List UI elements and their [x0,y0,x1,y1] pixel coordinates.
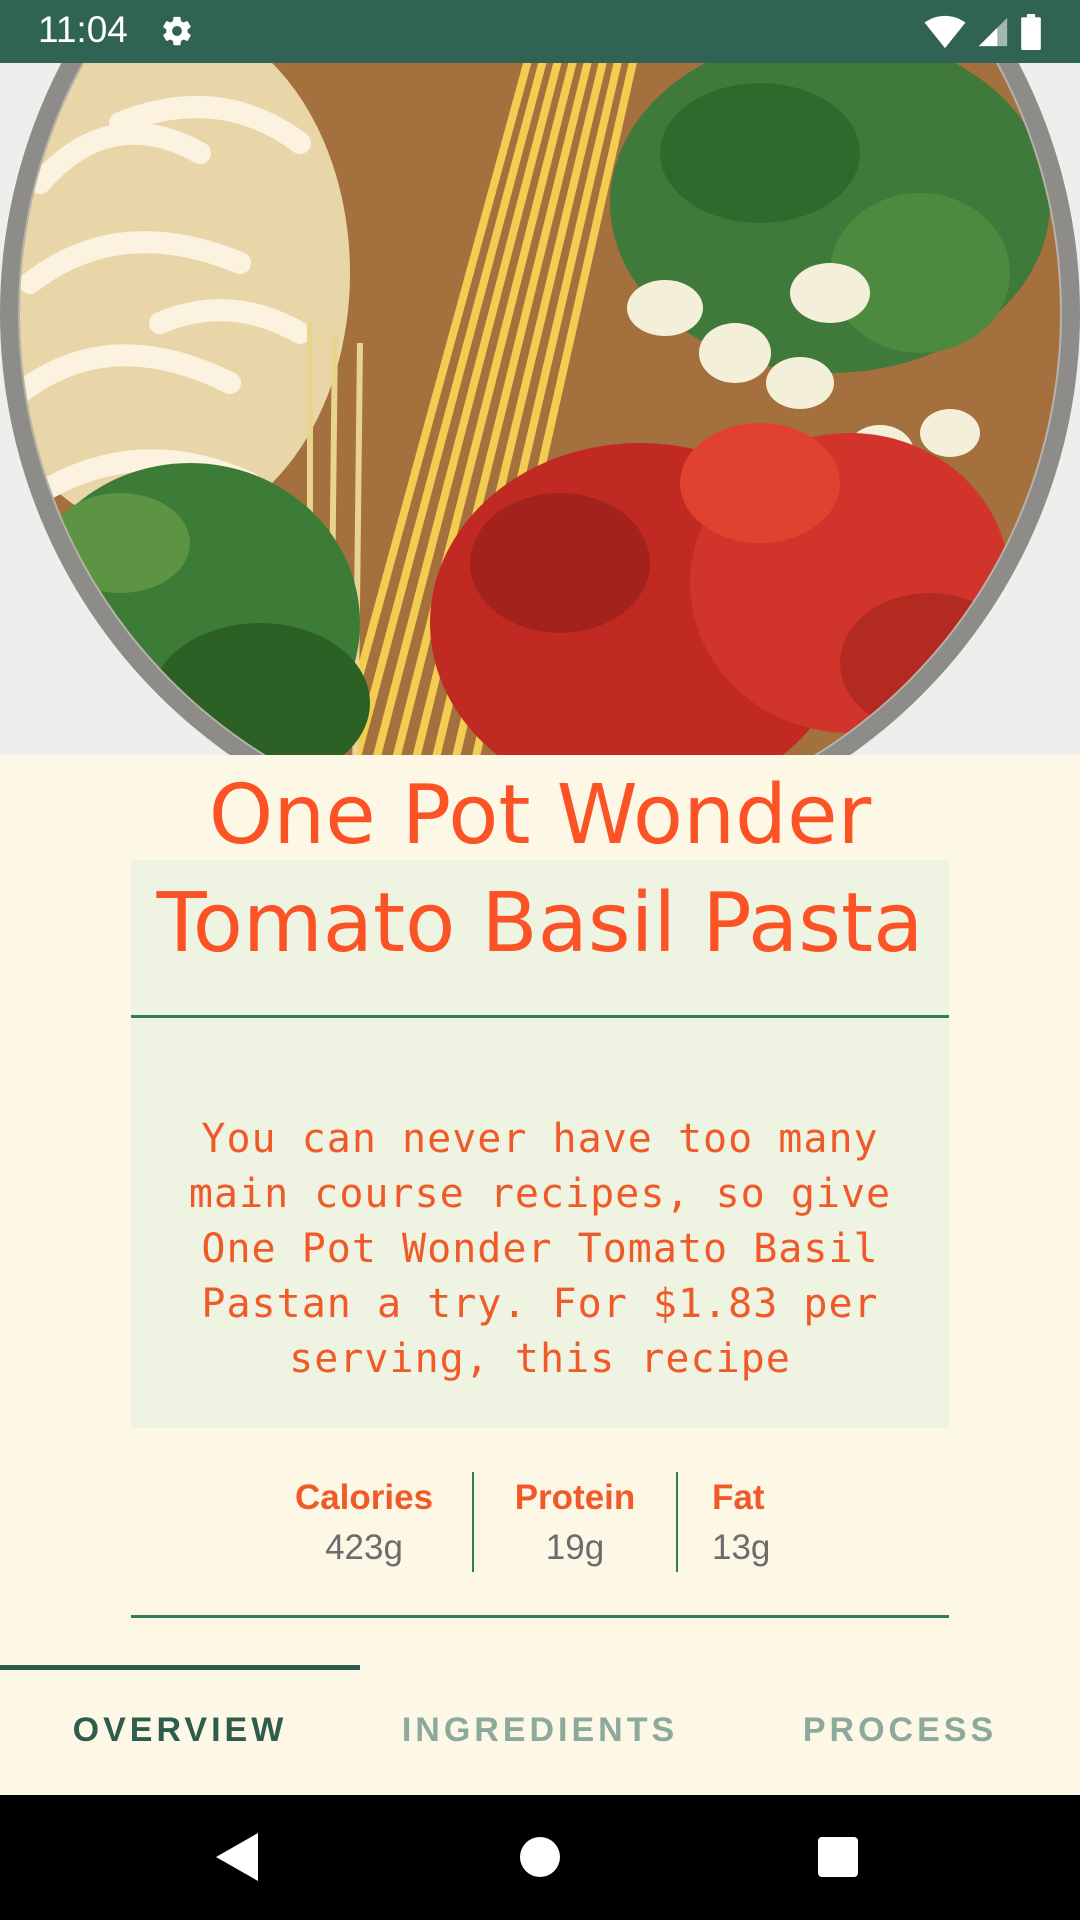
nutrition-calories: Calories 423g [279,1472,449,1572]
nutrition-label: Protein [514,1478,636,1517]
nutrition-value: 13g [712,1528,771,1567]
recents-button[interactable] [806,1825,870,1889]
nutrition-divider [472,1472,474,1572]
navigation-bar [0,1795,1080,1920]
gear-icon [163,16,191,46]
home-icon [520,1837,560,1877]
nutrition-label: Fat [712,1478,765,1517]
recipe-image [0,63,1080,755]
divider-top [131,1015,949,1018]
nutrition-value: 423g [325,1528,403,1567]
recipe-title-line1: One Pot Wonder [208,768,872,863]
battery-icon [1021,14,1041,50]
recents-icon [818,1837,858,1877]
status-bar: 11:04 [0,0,1080,63]
divider-bottom [131,1615,949,1618]
tab-ingredients[interactable]: INGREDIENTS [360,1665,720,1795]
status-time: 11:04 [38,9,128,50]
tab-indicator [0,1665,360,1670]
nutrition-divider [676,1472,678,1572]
tab-process[interactable]: PROCESS [720,1665,1080,1795]
home-button[interactable] [508,1825,572,1889]
nutrition-protein: Protein 19g [500,1472,650,1572]
back-icon [216,1833,258,1881]
nutrition-value: 19g [545,1528,605,1567]
nutrition-fat: Fat 13g [712,1472,792,1572]
status-icons [924,14,1042,50]
tab-overview[interactable]: OVERVIEW [0,1665,360,1795]
recipe-title: One Pot Wonder Tomato Basil Pasta [0,762,1080,978]
tab-bar: OVERVIEW INGREDIENTS PROCESS [0,1665,1080,1795]
recipe-title-line2: Tomato Basil Pasta [156,876,924,971]
signal-icon [978,17,1008,47]
nutrition-label: Calories [294,1478,434,1517]
recipe-summary: You can never have too many main course … [188,1116,892,1382]
nutrition-row: Calories 423g Protein 19g Fat 13g [0,1472,1080,1572]
wifi-icon [924,15,966,49]
back-button[interactable] [206,1825,270,1889]
